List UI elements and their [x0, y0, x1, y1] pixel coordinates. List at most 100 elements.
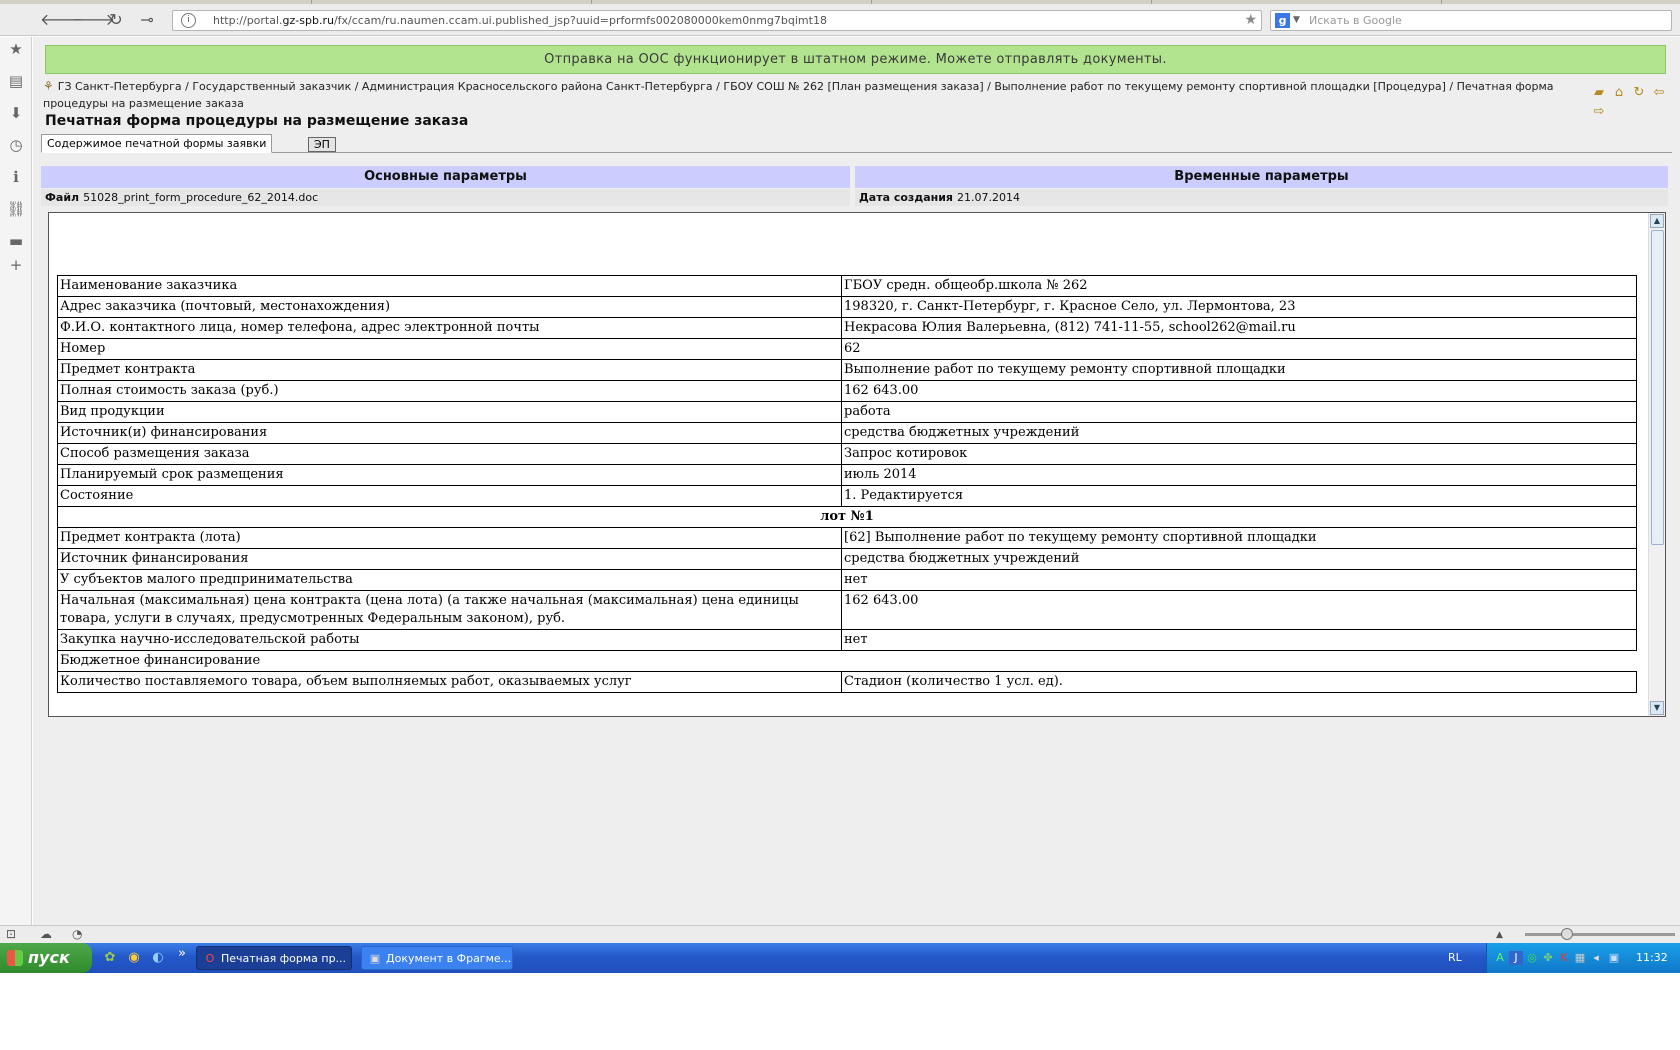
date-field: Дата создания 21.07.2014	[855, 189, 1668, 206]
scroll-up-icon[interactable]: ▲	[1650, 214, 1664, 228]
back-icon[interactable]: 🡐	[40, 10, 83, 30]
row-label: Закупка научно-исследовательской работы	[57, 629, 842, 651]
date-label: Дата создания	[859, 191, 953, 204]
network-icon[interactable]: ▦	[1573, 951, 1587, 965]
row-value: средства бюджетных учреждений	[841, 422, 1637, 444]
breadcrumb-text[interactable]: ГЗ Санкт-Петербурга / Государственный за…	[43, 80, 1554, 110]
table-row: Источник финансирования средства бюджетны…	[57, 548, 1637, 570]
display-icon[interactable]: ▣	[1607, 951, 1621, 965]
tab-ep[interactable]: ЭП	[308, 137, 336, 152]
browser-status-bar: ⊡ ☁ ◔ ▲	[0, 925, 1680, 943]
row-label: Полная стоимость заказа (руб.)	[57, 380, 842, 402]
budget-heading: Бюджетное финансирование	[57, 650, 1637, 672]
refresh-icon[interactable]: ↻	[1629, 85, 1649, 100]
panel-toggle-icon[interactable]: ⊡	[6, 927, 16, 941]
row-label: Состояние	[57, 485, 842, 507]
table-row: Количество поставляемого товара, объем в…	[57, 671, 1637, 693]
row-label: У субъектов малого предпринимательства	[57, 569, 842, 591]
vertical-scrollbar[interactable]: ▲ ▼	[1648, 213, 1665, 716]
arrow-left-icon[interactable]: ⇦	[1649, 85, 1669, 100]
scroll-down-icon[interactable]: ▼	[1650, 701, 1664, 715]
table-row: лот №1	[57, 506, 1637, 528]
search-input[interactable]: g ▼ Искать в Google	[1270, 10, 1672, 31]
clock: 11:32	[1636, 951, 1668, 964]
url-path: /fx/ccam/ru.naumen.ccam.ui.published_jsp…	[333, 14, 827, 27]
folder-icon[interactable]: ▰	[1589, 85, 1609, 100]
ie-icon[interactable]: ◐	[150, 950, 166, 966]
row-value: 62	[841, 338, 1637, 360]
task-document[interactable]: ▣ Документ в Фрагме...	[361, 946, 513, 970]
row-value: 162 643.00	[841, 380, 1637, 402]
table-row: Закупка научно-исследовательской работы н…	[57, 629, 1637, 651]
history-icon[interactable]: ◷	[6, 135, 26, 155]
speed-dial-icon[interactable]: ◔	[72, 927, 82, 941]
volume-icon[interactable]: ◂	[1589, 951, 1603, 965]
row-value: Некрасова Юлия Валерьевна, (812) 741-11-…	[841, 317, 1637, 339]
row-label: Вид продукции	[57, 401, 842, 423]
table-row: Ф.И.О. контактного лица, номер телефона,…	[57, 317, 1637, 339]
info-icon[interactable]: ℹ	[6, 167, 26, 187]
tray-clover-icon[interactable]: ✤	[1541, 951, 1555, 965]
opera-icon: O	[205, 952, 215, 965]
row-label: Источник финансирования	[57, 548, 842, 570]
tray-j-icon[interactable]: J	[1509, 951, 1523, 965]
bookmark-star-icon[interactable]: ★	[1244, 11, 1257, 30]
cloud-icon[interactable]: ☁	[40, 927, 52, 941]
home-icon[interactable]: ⌂	[1609, 85, 1629, 100]
quicklaunch-icon[interactable]: ✿	[102, 950, 118, 966]
file-label: Файл	[45, 191, 80, 204]
row-value: нет	[841, 569, 1637, 591]
downloads-icon[interactable]: ⬇	[6, 103, 26, 123]
document-frame[interactable]: Наименование заказчика ГБОУ средн. общеоб…	[48, 212, 1666, 717]
tray-circle-icon[interactable]: ◎	[1525, 951, 1539, 965]
procedure-table: Наименование заказчика ГБОУ средн. общеоб…	[57, 275, 1637, 693]
page-content: Отправка на ООС функционирует в штатном …	[33, 37, 1680, 925]
table-row: Адрес заказчика (почтовый, местонахожден…	[57, 296, 1637, 318]
bookmarks-icon[interactable]: ★	[6, 39, 26, 59]
start-button[interactable]: пуск	[0, 943, 92, 973]
row-value: 162 643.00	[841, 590, 1637, 630]
windows-logo-icon	[7, 950, 23, 966]
links-icon[interactable]: ⛓	[6, 199, 26, 219]
page-title: Печатная форма процедуры на размещение з…	[45, 113, 469, 129]
table-row: Номер 62	[57, 338, 1637, 360]
chrome-icon[interactable]: ◉	[126, 950, 142, 966]
panel-icon[interactable]: ▬	[6, 231, 26, 251]
more-icon[interactable]: »	[174, 946, 190, 962]
task-opera[interactable]: O Печатная форма пр...	[196, 946, 352, 970]
chevron-down-icon[interactable]: ▼	[1293, 11, 1300, 30]
row-value: Выполнение работ по текущему ремонту спо…	[841, 359, 1637, 381]
site-info-icon[interactable]: i	[181, 13, 196, 28]
forward-icon[interactable]: 🡒	[72, 10, 115, 30]
add-panel-icon[interactable]: +	[6, 255, 26, 275]
tab-print-form-content[interactable]: Содержимое печатной формы заявки	[41, 134, 273, 153]
key-icon[interactable]: ⊸	[136, 10, 158, 30]
row-value: нет	[841, 629, 1637, 651]
time-params-header: Временные параметры	[855, 166, 1668, 188]
table-row: Вид продукции работа	[57, 401, 1637, 423]
row-label: Номер	[57, 338, 842, 360]
notes-icon[interactable]: ▤	[6, 71, 26, 91]
row-label: Предмет контракта	[57, 359, 842, 381]
zoom-arrow-icon[interactable]: ▲	[1496, 930, 1503, 940]
zoom-knob[interactable]	[1561, 928, 1573, 940]
google-icon: g	[1275, 13, 1290, 28]
language-indicator[interactable]: RL	[1448, 951, 1462, 964]
zoom-slider[interactable]	[1525, 928, 1675, 940]
file-value[interactable]: 51028_print_form_procedure_62_2014.doc	[83, 191, 318, 204]
row-value: июль 2014	[841, 464, 1637, 486]
tab-bar: Содержимое печатной формы заявки ЭП	[41, 134, 1672, 153]
tray-a-icon[interactable]: A	[1493, 951, 1507, 965]
arrow-right-icon[interactable]: ⇨	[1589, 104, 1609, 119]
browser-sidebar: ★ ▤ ⬇ ◷ ℹ ⛓ ▬ +	[0, 37, 32, 925]
main-params-header: Основные параметры	[41, 166, 850, 188]
document-icon: ▣	[369, 952, 381, 965]
status-banner: Отправка на ООС функционирует в штатном …	[45, 45, 1666, 74]
row-label: Планируемый срок размещения	[57, 464, 842, 486]
address-bar[interactable]: i http://portal.gz-spb.ru/fx/ccam/ru.nau…	[172, 10, 1262, 31]
kaspersky-icon[interactable]: K	[1557, 951, 1571, 965]
reload-icon[interactable]: ↻	[105, 10, 127, 30]
scroll-thumb[interactable]	[1651, 230, 1664, 545]
url-domain: gz-spb.ru	[282, 14, 334, 27]
table-row: Наименование заказчика ГБОУ средн. общеоб…	[57, 275, 1637, 297]
